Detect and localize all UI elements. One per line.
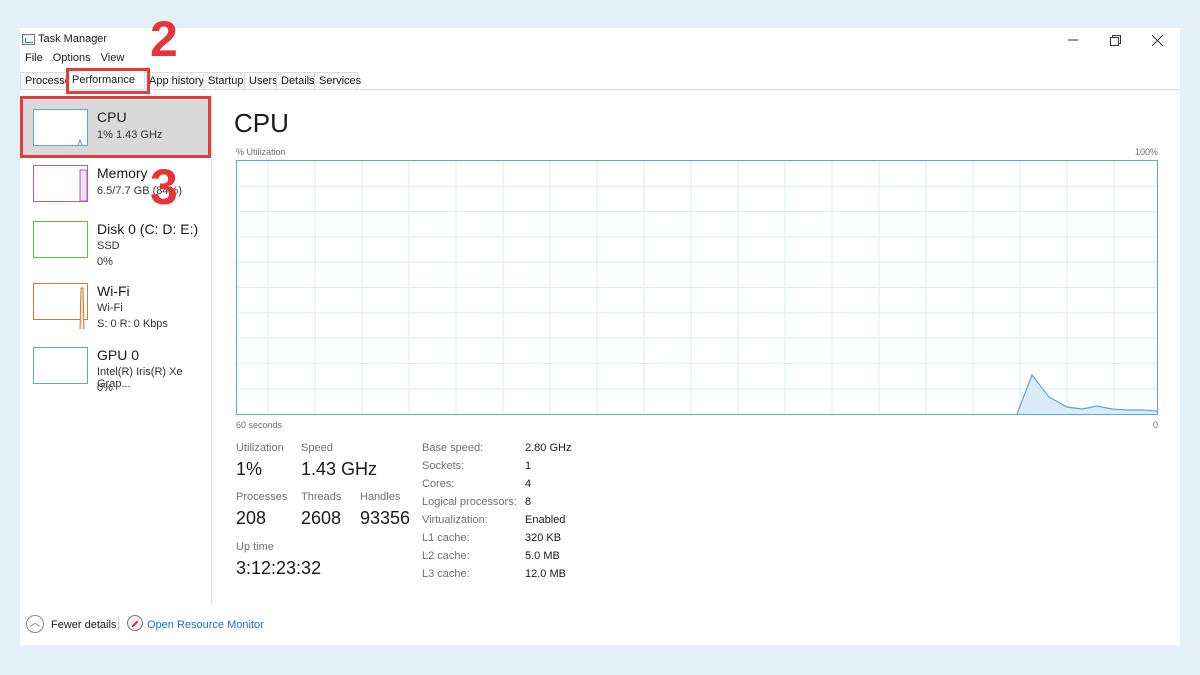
gpu-thumbnail <box>33 347 88 384</box>
fewer-details-button[interactable]: Fewer details <box>51 619 116 631</box>
sidebar-item-usage: S: 0 R: 0 Kbps <box>97 318 168 330</box>
spec-label: Base speed: <box>422 442 484 454</box>
spec-value: Enabled <box>525 514 566 526</box>
tab-users[interactable]: Users <box>244 72 278 89</box>
minimize-icon[interactable] <box>1052 28 1094 52</box>
time-axis-label: 60 seconds <box>236 420 283 430</box>
tab-services[interactable]: Services <box>314 72 361 89</box>
sidebar-item-label: Disk 0 (C: D: E:) <box>97 221 199 237</box>
utilization-axis-label: % Utilization <box>236 147 286 157</box>
wifi-thumbnail <box>33 283 88 330</box>
spec-label: L2 cache: <box>422 550 470 562</box>
utilization-label: Utilization <box>236 442 284 454</box>
spec-value: 8 <box>525 496 532 508</box>
sidebar-item-usage: 0% <box>97 256 113 268</box>
cpu-detail-panel: CPU % Utilization 100% 60 seconds 0 Util… <box>213 94 1180 604</box>
spec-label: L3 cache: <box>422 568 470 580</box>
annotation-box-performance-tab <box>66 68 150 94</box>
tab-bar: Processes Performance App history Startu… <box>20 70 1180 90</box>
close-icon[interactable] <box>1136 28 1178 52</box>
tab-processes[interactable]: Processes <box>20 72 68 89</box>
annotation-number-2: 2 <box>150 11 178 67</box>
spec-value: 2.80 GHz <box>525 442 572 454</box>
cpu-utilization-graph <box>236 160 1158 415</box>
speed-label: Speed <box>301 442 333 454</box>
uptime-value: 3:12:23:32 <box>236 558 322 578</box>
spec-value: 320 KB <box>525 532 562 544</box>
resource-monitor-icon[interactable] <box>127 615 143 631</box>
processes-label: Processes <box>236 491 288 503</box>
cpu-graph-svg <box>237 161 1158 415</box>
title-bar[interactable]: Task Manager <box>20 28 1180 52</box>
sidebar-item-detail: Wi-Fi <box>97 302 123 314</box>
restore-icon[interactable] <box>1094 28 1136 52</box>
spec-value: 1 <box>525 460 532 472</box>
sidebar-item-gpu[interactable]: GPU 0 Intel(R) Iris(R) Xe Grap... 0% <box>20 338 210 394</box>
tab-app-history[interactable]: App history <box>144 72 204 89</box>
sidebar-item-label: GPU 0 <box>97 347 140 363</box>
menu-options[interactable]: Options <box>52 52 92 68</box>
spec-value: 4 <box>525 478 532 490</box>
task-manager-icon <box>22 34 35 45</box>
handles-value: 93356 <box>360 508 411 528</box>
footer-bar: ︿ Fewer details Open Resource Monitor <box>20 612 1180 636</box>
memory-thumbnail <box>33 165 88 202</box>
disk-thumbnail <box>33 221 88 258</box>
uptime-label: Up time <box>236 541 274 553</box>
zero-axis-label: 0 <box>1152 420 1158 430</box>
sidebar-item-detail: Intel(R) Iris(R) Xe Grap... <box>97 366 183 390</box>
sidebar-item-label: Memory <box>97 165 148 181</box>
chevron-up-icon[interactable]: ︿ <box>26 615 44 633</box>
menu-view[interactable]: View <box>100 52 126 68</box>
threads-value: 2608 <box>301 508 342 528</box>
sidebar-item-disk[interactable]: Disk 0 (C: D: E:) SSD 0% <box>20 212 210 268</box>
handles-label: Handles <box>360 491 401 503</box>
open-resource-monitor-link[interactable]: Open Resource Monitor <box>147 619 264 631</box>
spec-value: 12.0 MB <box>525 568 566 580</box>
tab-startup[interactable]: Startup <box>203 72 245 89</box>
annotation-box-cpu-item <box>20 96 211 158</box>
footer-divider <box>118 616 119 630</box>
tab-details[interactable]: Details <box>276 72 315 89</box>
menu-bar: File Options View <box>20 52 125 68</box>
utilization-value: 1% <box>236 459 263 479</box>
sidebar-item-label: Wi-Fi <box>97 283 130 299</box>
threads-label: Threads <box>301 491 342 503</box>
spec-label: L1 cache: <box>422 532 470 544</box>
sidebar-item-detail: SSD <box>97 240 120 252</box>
sidebar-item-usage: 0% <box>97 382 113 394</box>
max-axis-label: 100% <box>1134 147 1158 157</box>
page-title: CPU <box>234 108 289 138</box>
window-title: Task Manager <box>38 33 108 45</box>
spec-label: Logical processors: <box>422 496 517 508</box>
speed-value: 1.43 GHz <box>301 459 378 479</box>
spec-value: 5.0 MB <box>525 550 560 562</box>
spec-label: Virtualization: <box>422 514 488 526</box>
sidebar-item-memory[interactable]: Memory 6.5/7.7 GB (84%) <box>20 156 210 212</box>
sidebar-item-wifi[interactable]: Wi-Fi Wi-Fi S: 0 R: 0 Kbps <box>20 274 210 330</box>
spec-label: Sockets: <box>422 460 465 472</box>
performance-sidebar: CPU 1% 1.43 GHz Memory 6.5/7.7 GB (84%) … <box>20 94 212 604</box>
spec-label: Cores: <box>422 478 455 490</box>
menu-file[interactable]: File <box>24 52 44 68</box>
processes-value: 208 <box>236 508 267 528</box>
annotation-number-3: 3 <box>150 159 178 215</box>
